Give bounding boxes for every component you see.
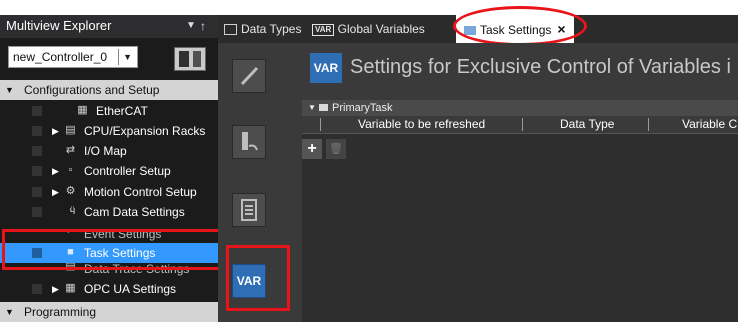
rack-icon: ▤ xyxy=(65,124,76,136)
controller-name: new_Controller_0 xyxy=(13,50,108,64)
vertical-toolbar: VAR xyxy=(224,43,274,322)
tree-group-label: Configurations and Setup xyxy=(24,83,160,97)
add-button[interactable]: + xyxy=(302,139,322,159)
var-icon: VAR xyxy=(312,23,335,36)
ethercat-icon: ▦ xyxy=(77,104,88,116)
tree-item-data-trace-settings[interactable]: ▤ Data Trace Settings xyxy=(0,263,218,276)
tree-item-ethercat[interactable]: ▦ EtherCAT xyxy=(0,101,218,121)
collapsed-triangle-icon[interactable]: ▶ xyxy=(52,121,59,141)
tree-item-marker xyxy=(32,248,42,258)
editor-area: VAR VAR Settings for Exclusive Control o… xyxy=(218,43,738,322)
task-icon: ■ xyxy=(67,246,74,258)
tree-item-io-map[interactable]: ⇄ I/O Map xyxy=(0,141,218,161)
task-group-label: PrimaryTask xyxy=(332,102,393,114)
tree-item-marker xyxy=(32,166,42,176)
column-variable-to-refresh[interactable]: Variable to be refreshed xyxy=(358,116,485,133)
tree-item-label: Event Settings xyxy=(84,231,162,241)
task-flow-button[interactable] xyxy=(232,125,266,159)
tree-item-cam-data-settings[interactable]: ӵ Cam Data Settings xyxy=(0,202,218,222)
var-settings-button[interactable]: VAR xyxy=(232,264,266,298)
chevron-down-icon[interactable]: ▼ xyxy=(123,47,132,67)
var-header-icon: VAR xyxy=(310,53,342,83)
tab-task-settings[interactable]: Task Settings × xyxy=(456,15,574,45)
tree-group-programming[interactable]: ▼ Programming xyxy=(0,302,218,322)
expanded-triangle-icon[interactable]: ▼ xyxy=(5,302,14,322)
cam-icon: ӵ xyxy=(69,205,76,217)
column-separator xyxy=(522,118,523,131)
tree-item-label: Cam Data Settings xyxy=(84,205,185,219)
dropdown-icon[interactable]: ▼ xyxy=(186,15,196,37)
tree-group-configurations[interactable]: ▼ Configurations and Setup xyxy=(0,80,218,100)
column-separator xyxy=(320,118,321,131)
collapsed-triangle-icon[interactable]: ▶ xyxy=(52,161,59,181)
io-map-icon: ⇄ xyxy=(65,144,76,156)
tree-item-label: EtherCAT xyxy=(96,104,148,118)
gear-icon: ⚙ xyxy=(65,185,76,197)
explorer-title-bar: Multiview Explorer ▼ ↑ xyxy=(0,15,218,38)
tree-item-label: CPU/Expansion Racks xyxy=(84,124,206,138)
pin-icon[interactable]: ↑ xyxy=(200,15,206,37)
collapsed-triangle-icon[interactable]: ▶ xyxy=(52,182,59,202)
edit-pencil-button[interactable] xyxy=(232,59,266,93)
tab-label: Task Settings xyxy=(480,23,552,37)
tab-strip: Data Types VAR Global Variables Task Set… xyxy=(218,15,738,45)
tab-global-variables[interactable]: VAR Global Variables xyxy=(312,15,425,43)
tree-item-controller-setup[interactable]: ▶ ▫ Controller Setup xyxy=(0,161,218,181)
tree-item-label: Motion Control Setup xyxy=(84,185,197,199)
delete-button[interactable]: 🗑 xyxy=(326,139,346,159)
controller-row: new_Controller_0 ▼ xyxy=(0,38,218,76)
tree-item-label: Task Settings xyxy=(84,246,156,260)
close-icon[interactable]: × xyxy=(557,21,565,37)
task-flow-icon xyxy=(242,132,258,151)
var-button-label: VAR xyxy=(236,274,262,288)
select-separator xyxy=(118,49,119,65)
column-separator xyxy=(648,118,649,131)
table-column-header: Variable to be refreshed Data Type Varia… xyxy=(302,116,738,134)
tree-group-label: Programming xyxy=(24,305,97,319)
list-button[interactable] xyxy=(232,193,266,227)
collapsed-triangle-icon[interactable]: ▶ xyxy=(52,279,59,299)
expanded-triangle-icon[interactable]: ▼ xyxy=(5,80,14,100)
event-icon: ▸ xyxy=(64,231,77,237)
trace-icon: ▤ xyxy=(65,263,76,272)
task-icon xyxy=(464,26,476,36)
tab-data-types[interactable]: Data Types xyxy=(224,15,301,43)
tab-label: Data Types xyxy=(241,22,302,36)
tree-item-label: OPC UA Settings xyxy=(84,282,177,296)
tree-item-marker xyxy=(32,284,42,294)
tree-item-motion-control-setup[interactable]: ▶ ⚙ Motion Control Setup xyxy=(0,182,218,202)
page-title: Settings for Exclusive Control of Variab… xyxy=(350,56,731,78)
controller-setup-icon: ▫ xyxy=(68,164,73,176)
pencil-icon xyxy=(240,66,259,86)
expanded-triangle-icon[interactable]: ▼ xyxy=(308,100,316,116)
tree-item-marker xyxy=(32,146,42,156)
tree-item-label: I/O Map xyxy=(84,144,127,158)
tree-item-marker xyxy=(32,126,42,136)
tree-item-event-settings[interactable]: ▸ Event Settings xyxy=(0,231,218,243)
task-group-header[interactable]: ▼ PrimaryTask xyxy=(302,100,738,116)
tree-item-label: Data Trace Settings xyxy=(84,263,190,276)
multiview-explorer: Multiview Explorer ▼ ↑ new_Controller_0 … xyxy=(0,15,218,322)
folder-icon xyxy=(319,104,328,111)
tree-item-marker xyxy=(32,207,42,217)
tree-item-label: Controller Setup xyxy=(84,164,171,178)
tree-item-cpu-expansion-racks[interactable]: ▶ ▤ CPU/Expansion Racks xyxy=(0,121,218,141)
explorer-title: Multiview Explorer xyxy=(6,18,112,33)
data-types-icon xyxy=(224,24,237,36)
list-icon xyxy=(241,199,257,221)
tree-item-task-settings[interactable]: ■ Task Settings xyxy=(0,243,218,263)
column-variable-c[interactable]: Variable C xyxy=(682,116,737,133)
column-data-type[interactable]: Data Type xyxy=(560,116,614,133)
opcua-icon: ▦ xyxy=(65,282,76,294)
controller-select[interactable]: new_Controller_0 ▼ xyxy=(8,46,138,68)
tab-label: Global Variables xyxy=(337,22,425,36)
controller-device-icon[interactable] xyxy=(174,47,206,71)
tree-item-marker xyxy=(32,106,42,116)
task-settings-content: VAR Settings for Exclusive Control of Va… xyxy=(302,43,738,322)
tree-item-marker xyxy=(32,187,42,197)
tree-item-opcua-settings[interactable]: ▶ ▦ OPC UA Settings xyxy=(0,279,218,299)
exclusive-control-table: ▼ PrimaryTask Variable to be refreshed D… xyxy=(302,100,738,322)
